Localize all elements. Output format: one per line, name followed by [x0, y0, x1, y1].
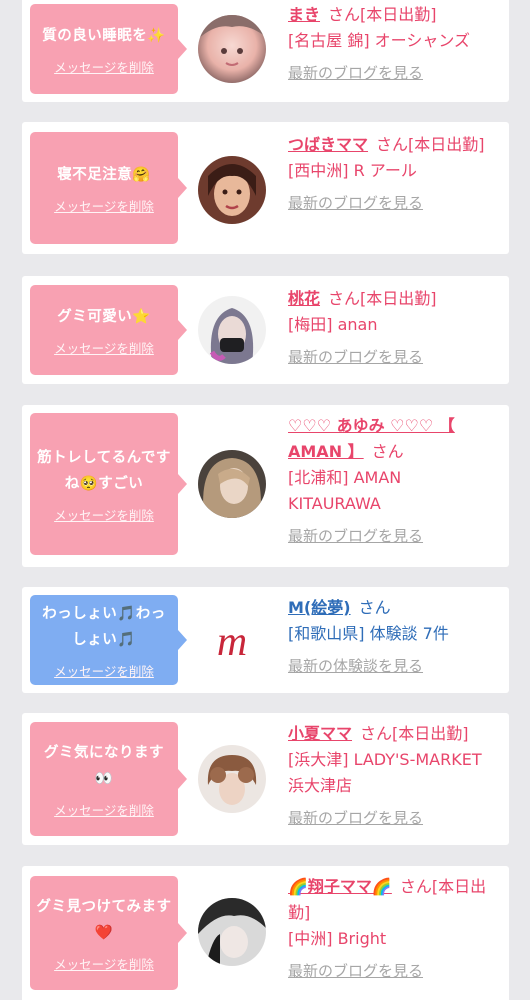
message-text: グミ可愛い⭐ [57, 308, 151, 325]
entry-suffix: さん [358, 598, 391, 617]
avatar[interactable] [198, 156, 266, 224]
delete-message-link[interactable]: メッセージを削除 [54, 800, 154, 819]
entry-name-link[interactable]: 桃花 [288, 289, 320, 308]
latest-blog-link[interactable]: 最新のブログを見る [288, 60, 423, 86]
avatar-photo-icon [198, 15, 266, 83]
latest-review-link[interactable]: 最新の体験談を見る [288, 653, 423, 679]
message-card: 筋トレしてるんですね🥺すごい メッセージを削除 ♡♡♡ あゆみ ♡♡♡ 【 AM… [22, 405, 509, 567]
avatar-photo-icon [198, 296, 266, 364]
entry-shop: [西中洲] R アール [288, 161, 417, 180]
message-bubble: 筋トレしてるんですね🥺すごい メッセージを削除 [30, 413, 187, 555]
entry-name-link[interactable]: 小夏ママ [288, 724, 352, 743]
message-text: わっしょい🎵わっしょい🎵 [42, 605, 166, 648]
entry-suffix: さん[本日出勤] [328, 5, 437, 24]
message-bubble: グミ見つけてみます❤️ メッセージを削除 [30, 876, 187, 990]
latest-blog-link[interactable]: 最新のブログを見る [288, 958, 423, 984]
entry-info: 🌈翔子ママ🌈 さん[本日出勤] [中洲] Bright 最新のブログを見る [288, 874, 499, 984]
message-card: 寝不足注意🤗 メッセージを削除 つばきママ さん[本日出勤] [西中洲] R アー… [22, 122, 509, 254]
entry-suffix: さん [371, 442, 404, 461]
message-text: 質の良い睡眠を✨ [42, 27, 166, 44]
entry-shop: [和歌山県] 体験談 7件 [288, 624, 449, 643]
entry-info: ♡♡♡ あゆみ ♡♡♡ 【 AMAN 】さん [北浦和] AMAN KITAUR… [288, 413, 499, 549]
entry-info: 桃花 さん[本日出勤] [梅田] anan 最新のブログを見る [288, 286, 499, 370]
latest-blog-link[interactable]: 最新のブログを見る [288, 190, 423, 216]
delete-message-link[interactable]: メッセージを削除 [54, 338, 154, 357]
entry-info: 小夏ママ さん[本日出勤] [浜大津] LADY'S-MARKET 浜大津店 最新… [288, 721, 499, 831]
entry-shop: [北浦和] AMAN KITAURAWA [288, 468, 402, 513]
message-text: グミ見つけてみます❤️ [36, 898, 172, 941]
delete-message-link[interactable]: メッセージを削除 [54, 505, 154, 524]
entry-info: M(絵夢) さん [和歌山県] 体験談 7件 最新の体験談を見る [288, 595, 499, 679]
entry-suffix: さん[本日出勤] [376, 135, 485, 154]
entry-shop: [浜大津] LADY'S-MARKET 浜大津店 [288, 750, 482, 795]
message-text: グミ気になります👀 [44, 744, 164, 787]
avatar[interactable] [198, 450, 266, 518]
message-card: わっしょい🎵わっしょい🎵 メッセージを削除 m M(絵夢) さん [和歌山県] 体… [22, 587, 509, 693]
message-bubble: 質の良い睡眠を✨ メッセージを削除 [30, 4, 187, 94]
latest-blog-link[interactable]: 最新のブログを見る [288, 344, 423, 370]
entry-suffix: さん[本日出勤] [360, 724, 469, 743]
latest-blog-link[interactable]: 最新のブログを見る [288, 805, 423, 831]
m-logo-icon: m [198, 607, 266, 675]
message-card: グミ気になります👀 メッセージを削除 小夏ママ さん[本日出勤] [浜大津] LA… [22, 713, 509, 845]
svg-text:m: m [217, 619, 247, 665]
message-text: 寝不足注意🤗 [57, 166, 151, 183]
message-text: 筋トレしてるんですね🥺すごい [37, 449, 171, 492]
entry-name-link[interactable]: 🌈翔子ママ🌈 [288, 877, 392, 896]
latest-blog-link[interactable]: 最新のブログを見る [288, 523, 423, 549]
avatar[interactable] [198, 898, 266, 966]
entry-name-link[interactable]: まき [288, 5, 320, 24]
entry-info: つばきママ さん[本日出勤] [西中洲] R アール 最新のブログを見る [288, 132, 499, 216]
message-bubble: 寝不足注意🤗 メッセージを削除 [30, 132, 187, 244]
delete-message-link[interactable]: メッセージを削除 [54, 196, 154, 215]
avatar[interactable] [198, 15, 266, 83]
message-card: 質の良い睡眠を✨ メッセージを削除 まき さん[本日出勤] [名古屋 錦] オーシ… [22, 0, 509, 102]
delete-message-link[interactable]: メッセージを削除 [54, 661, 154, 680]
avatar-photo-icon [198, 745, 266, 813]
avatar-photo-icon [198, 156, 266, 224]
entry-name-link[interactable]: つばきママ [288, 135, 368, 154]
avatar-photo-icon [198, 898, 266, 966]
entry-shop: [中洲] Bright [288, 929, 387, 948]
avatar[interactable] [198, 296, 266, 364]
message-card: グミ見つけてみます❤️ メッセージを削除 🌈翔子ママ🌈 さん[本日出勤] [中洲]… [22, 866, 509, 1000]
entry-shop: [梅田] anan [288, 315, 378, 334]
entry-shop: [名古屋 錦] オーシャンズ [288, 31, 471, 50]
entry-name-link[interactable]: M(絵夢) [288, 598, 351, 617]
message-bubble: わっしょい🎵わっしょい🎵 メッセージを削除 [30, 595, 187, 685]
avatar[interactable]: m [198, 607, 266, 675]
entry-suffix: さん[本日出勤] [328, 289, 437, 308]
avatar-photo-icon [198, 450, 266, 518]
entry-info: まき さん[本日出勤] [名古屋 錦] オーシャンズ 最新のブログを見る [288, 2, 499, 86]
avatar[interactable] [198, 745, 266, 813]
message-bubble: グミ可愛い⭐ メッセージを削除 [30, 285, 187, 375]
message-card: グミ可愛い⭐ メッセージを削除 桃花 さん[本日出勤] [梅田] anan 最新の… [22, 276, 509, 384]
delete-message-link[interactable]: メッセージを削除 [54, 57, 154, 76]
delete-message-link[interactable]: メッセージを削除 [54, 954, 154, 973]
message-bubble: グミ気になります👀 メッセージを削除 [30, 722, 187, 836]
